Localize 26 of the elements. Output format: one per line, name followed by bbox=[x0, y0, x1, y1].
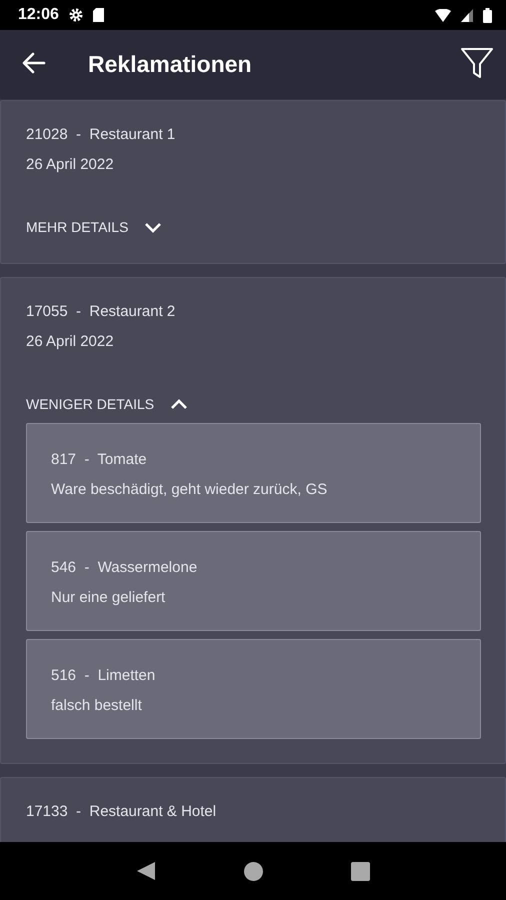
home-nav-icon[interactable] bbox=[244, 862, 263, 880]
claim-title: 17133 - Restaurant & Hotel bbox=[26, 802, 218, 822]
item-title: 817 - Tomate bbox=[51, 450, 148, 470]
wifi-icon bbox=[435, 8, 451, 22]
chevron-icon bbox=[170, 398, 188, 410]
claim-date: 26 April 2022 bbox=[26, 155, 115, 175]
sd-card-icon bbox=[92, 8, 104, 22]
battery-icon bbox=[483, 8, 492, 22]
back-nav-icon[interactable] bbox=[136, 861, 156, 881]
item-note: Nur eine geliefert bbox=[51, 588, 166, 608]
chevron-icon bbox=[144, 222, 162, 232]
recents-nav-icon[interactable] bbox=[351, 862, 370, 880]
item-title: 516 - Limetten bbox=[51, 666, 156, 686]
claim-date: 26 April 2022 bbox=[26, 332, 115, 352]
back-button[interactable] bbox=[22, 52, 46, 76]
signal-icon bbox=[461, 8, 473, 22]
item-note: Ware beschädigt, geht wieder zurück, GS bbox=[51, 480, 328, 500]
item-note: falsch bestellt bbox=[51, 696, 143, 716]
claim-title: 21028 - Restaurant 1 bbox=[26, 125, 176, 145]
settings-icon bbox=[68, 8, 83, 22]
clock-time: 12:06 bbox=[18, 6, 59, 24]
details-toggle[interactable]: WENIGER DETAILS bbox=[26, 394, 188, 414]
claim-title: 17055 - Restaurant 2 bbox=[26, 302, 176, 322]
screen-title: Reklamationen bbox=[88, 50, 253, 78]
item-title: 546 - Wassermelone bbox=[51, 558, 198, 578]
details-toggle[interactable]: MEHR DETAILS bbox=[26, 217, 162, 237]
